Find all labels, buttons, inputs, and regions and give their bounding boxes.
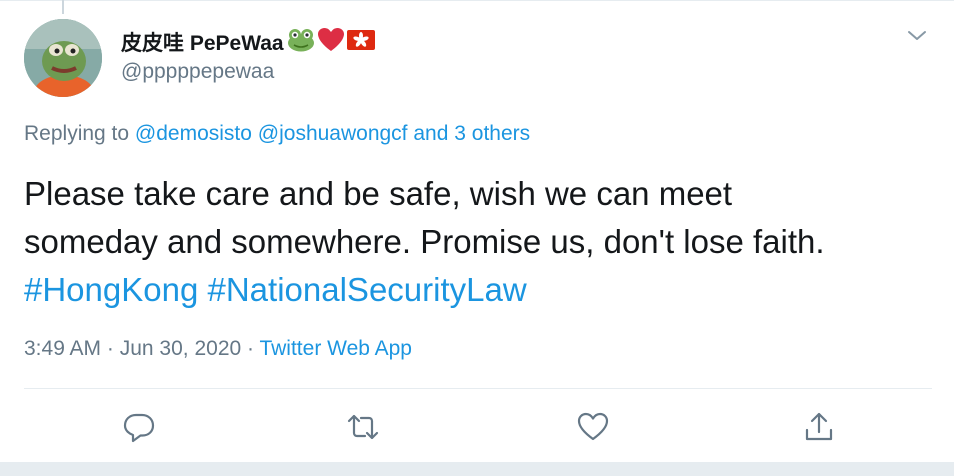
frog-icon <box>287 28 315 57</box>
top-divider <box>0 0 954 1</box>
tweet-text: Please take care and be safe, wish we ca… <box>24 170 825 314</box>
hashtag-hongkong[interactable]: #HongKong <box>24 271 198 308</box>
tweet-hashtags: #HongKong #NationalSecurityLaw <box>24 266 825 314</box>
frog-avatar-image <box>24 19 102 97</box>
tweet-text-line-2: someday and somewhere. Promise us, don't… <box>24 223 825 260</box>
mention-joshuawongcf[interactable]: @joshuawongcf <box>258 122 408 145</box>
reply-button[interactable] <box>122 410 156 444</box>
hong-kong-flag-icon <box>346 29 375 55</box>
tweet-source[interactable]: Twitter Web App <box>259 337 412 360</box>
author-name-row[interactable]: 皮皮哇 PePeWaa <box>121 27 375 57</box>
retweet-icon <box>347 414 379 440</box>
retweet-button[interactable] <box>346 410 380 444</box>
meta-separator: · <box>101 337 120 360</box>
user-handle[interactable]: @pppppepewaa <box>121 60 274 84</box>
like-icon <box>577 412 609 441</box>
tweet-date[interactable]: Jun 30, 2020 <box>120 337 241 360</box>
meta-separator: · <box>241 337 260 360</box>
tweet-meta: 3:49 AM · Jun 30, 2020 · Twitter Web App <box>24 337 412 361</box>
share-button[interactable] <box>802 410 836 444</box>
tweet-time[interactable]: 3:49 AM <box>24 337 101 360</box>
share-icon <box>805 412 833 441</box>
avatar[interactable] <box>24 19 102 97</box>
tweet-text-line-1: Please take care and be safe, wish we ca… <box>24 175 733 212</box>
replying-to-prefix: Replying to <box>24 122 135 145</box>
like-button[interactable] <box>576 410 610 444</box>
thread-connector-line <box>62 0 64 14</box>
chevron-down-icon[interactable] <box>905 28 929 44</box>
red-heart-icon <box>317 27 344 57</box>
replying-to-line: Replying to @demosisto @joshuawongcf and… <box>24 122 530 146</box>
reply-icon <box>123 413 155 443</box>
hashtag-nationalsecuritylaw[interactable]: #NationalSecurityLaw <box>208 271 527 308</box>
actions-divider <box>24 388 932 389</box>
mention-demosisto[interactable]: @demosisto <box>135 122 252 145</box>
mention-others[interactable]: and 3 others <box>413 122 530 145</box>
display-name[interactable]: 皮皮哇 PePeWaa <box>121 27 284 57</box>
bottom-separator <box>0 462 954 476</box>
